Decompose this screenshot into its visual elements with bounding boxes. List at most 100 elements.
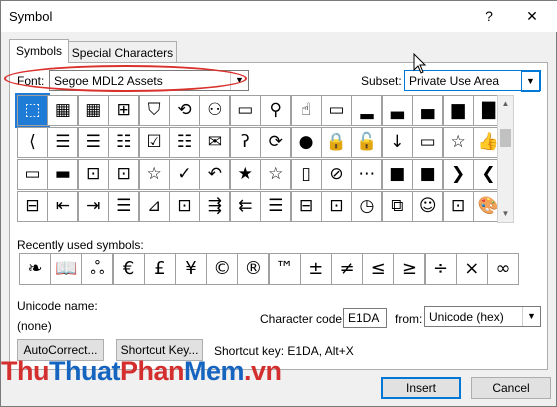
symbol-cell[interactable]: ▆ <box>442 95 474 126</box>
symbol-cell[interactable]: ▭ <box>321 95 352 126</box>
symbol-cell[interactable]: ☷ <box>108 127 140 158</box>
symbol-cell[interactable]: ☆ <box>138 159 170 190</box>
recent-symbol-cell[interactable]: ≠ <box>331 253 363 285</box>
recent-symbol-cell[interactable]: £ <box>143 253 176 285</box>
symbol-cell[interactable]: ▭ <box>229 95 261 126</box>
help-icon[interactable]: ? <box>478 6 500 26</box>
recent-symbol-cell[interactable]: ® <box>237 253 270 285</box>
recent-symbol-cell[interactable]: © <box>206 253 239 285</box>
symbol-cell[interactable]: ▄ <box>412 95 444 126</box>
insert-button[interactable]: Insert <box>381 377 461 399</box>
symbol-cell[interactable]: ⊡ <box>77 159 109 190</box>
symbol-cell[interactable]: ⊡ <box>108 159 140 190</box>
symbol-cell[interactable]: ⊡ <box>442 191 474 222</box>
from-value: Unicode (hex) <box>429 310 504 324</box>
symbol-cell[interactable]: ⚲ <box>260 95 292 126</box>
scroll-thumb[interactable] <box>500 129 511 147</box>
symbol-cell[interactable]: ☺ <box>412 191 444 222</box>
watermark-part3: Phan <box>119 356 185 386</box>
tab-special-characters-label: Special Characters <box>71 46 174 60</box>
symbol-cell[interactable]: ◷ <box>351 191 383 222</box>
symbol-cell[interactable]: ✓ <box>169 159 200 190</box>
recent-symbol-cell[interactable]: ÷ <box>424 253 457 285</box>
unicode-name-label: Unicode name: <box>17 299 98 313</box>
symbol-cell[interactable]: ▬ <box>47 159 79 190</box>
recent-symbol-cell[interactable]: × <box>455 253 488 285</box>
recent-symbol-cell[interactable]: € <box>112 253 145 285</box>
recent-symbol-cell[interactable]: ❧ <box>19 253 51 285</box>
symbol-cell[interactable]: ▯ <box>290 159 322 190</box>
recent-symbol-cell[interactable]: ™ <box>268 253 301 285</box>
symbol-cell[interactable]: ▭ <box>17 159 48 190</box>
symbol-cell[interactable]: ⇥ <box>77 191 109 222</box>
recent-symbol-cell[interactable]: 📖 <box>50 253 83 285</box>
symbol-cell[interactable]: ▦ <box>47 95 79 126</box>
close-icon[interactable]: ✕ <box>521 6 543 26</box>
symbol-cell[interactable]: ⋯ <box>351 159 383 190</box>
symbol-cell[interactable]: 🔒 <box>321 127 352 158</box>
symbol-cell[interactable]: ⛉ <box>138 95 170 126</box>
symbol-cell[interactable]: ⇶ <box>199 191 231 222</box>
chevron-down-icon[interactable]: ▼ <box>522 307 540 326</box>
recent-symbol-cell[interactable]: ஃ <box>81 253 114 285</box>
symbol-cell[interactable]: ☷ <box>169 127 200 158</box>
symbol-cell[interactable]: ❯ <box>442 159 474 190</box>
symbol-cell[interactable]: ☆ <box>260 159 292 190</box>
symbol-cell[interactable]: ● <box>290 127 322 158</box>
recent-symbol-cell[interactable]: ¥ <box>175 253 207 285</box>
symbol-cell[interactable]: ☑ <box>138 127 170 158</box>
tab-special-characters[interactable]: Special Characters <box>68 41 177 63</box>
watermark-part5: .vn <box>244 356 282 386</box>
symbol-cell[interactable]: ↓ <box>381 127 413 158</box>
symbol-cell[interactable]: ✉ <box>199 127 231 158</box>
tab-symbols-label: Symbols <box>15 44 62 58</box>
symbol-cell[interactable]: ▃ <box>381 95 413 126</box>
symbol-cell[interactable]: ⬚ <box>15 93 50 128</box>
symbol-cell[interactable]: ■ <box>412 159 444 190</box>
tab-symbols[interactable]: Symbols <box>9 39 69 63</box>
symbol-cell[interactable]: ▭ <box>412 127 444 158</box>
symbol-cell[interactable]: ⟳ <box>260 127 292 158</box>
chevron-down-icon[interactable]: ▼ <box>521 71 540 92</box>
symbol-cell[interactable]: ☝ <box>290 95 322 126</box>
symbol-cell[interactable]: ⧉ <box>381 191 413 222</box>
recent-symbol-cell[interactable]: ≥ <box>393 253 426 285</box>
symbol-cell[interactable]: ☰ <box>47 127 79 158</box>
subset-value: Private Use Area <box>409 74 500 88</box>
symbol-cell[interactable]: ⊡ <box>169 191 200 222</box>
symbol-cell[interactable]: ʔ <box>229 127 261 158</box>
scroll-up-icon[interactable]: ▲ <box>498 96 513 112</box>
scroll-down-icon[interactable]: ▼ <box>498 206 513 222</box>
recent-symbol-cell[interactable]: ± <box>299 253 332 285</box>
symbol-cell[interactable]: ★ <box>229 159 261 190</box>
symbol-cell[interactable]: ⊡ <box>321 191 352 222</box>
symbol-cell[interactable]: ⊟ <box>290 191 322 222</box>
annotation-circle <box>4 65 247 92</box>
symbol-cell[interactable]: ☆ <box>442 127 474 158</box>
recent-symbol-cell[interactable]: ≤ <box>362 253 395 285</box>
symbol-cell[interactable]: 🔓 <box>351 127 383 158</box>
symbol-cell[interactable]: ⊟ <box>17 191 48 222</box>
symbol-cell[interactable]: ↶ <box>199 159 231 190</box>
symbol-cell[interactable]: ⇇ <box>229 191 261 222</box>
character-code-input[interactable]: E1DA <box>343 308 387 328</box>
symbol-cell[interactable]: ☰ <box>260 191 292 222</box>
symbol-cell[interactable]: ⊘ <box>321 159 352 190</box>
symbol-cell[interactable]: ⊿ <box>138 191 170 222</box>
cancel-button[interactable]: Cancel <box>471 377 551 399</box>
symbol-cell[interactable]: ⊞ <box>108 95 140 126</box>
symbol-cell[interactable]: ⟨ <box>17 127 48 158</box>
symbol-cell[interactable]: ☰ <box>108 191 140 222</box>
symbol-cell[interactable]: ■ <box>381 159 413 190</box>
symbol-cell[interactable]: ▂ <box>351 95 383 126</box>
symbol-cell[interactable]: ⇤ <box>47 191 79 222</box>
symbol-cell[interactable]: ▦ <box>77 95 109 126</box>
recent-symbol-cell[interactable]: ∞ <box>487 253 519 285</box>
symbol-cell[interactable]: ⚇ <box>199 95 231 126</box>
symbol-cell[interactable]: ⟲ <box>169 95 200 126</box>
watermark-part2: Thuat <box>48 356 121 386</box>
from-combo[interactable]: Unicode (hex) ▼ <box>424 306 541 327</box>
symbol-cell[interactable]: ☰ <box>77 127 109 158</box>
character-code-label: Character code: <box>260 312 346 326</box>
grid-scrollbar[interactable]: ▲ ▼ <box>497 95 514 223</box>
